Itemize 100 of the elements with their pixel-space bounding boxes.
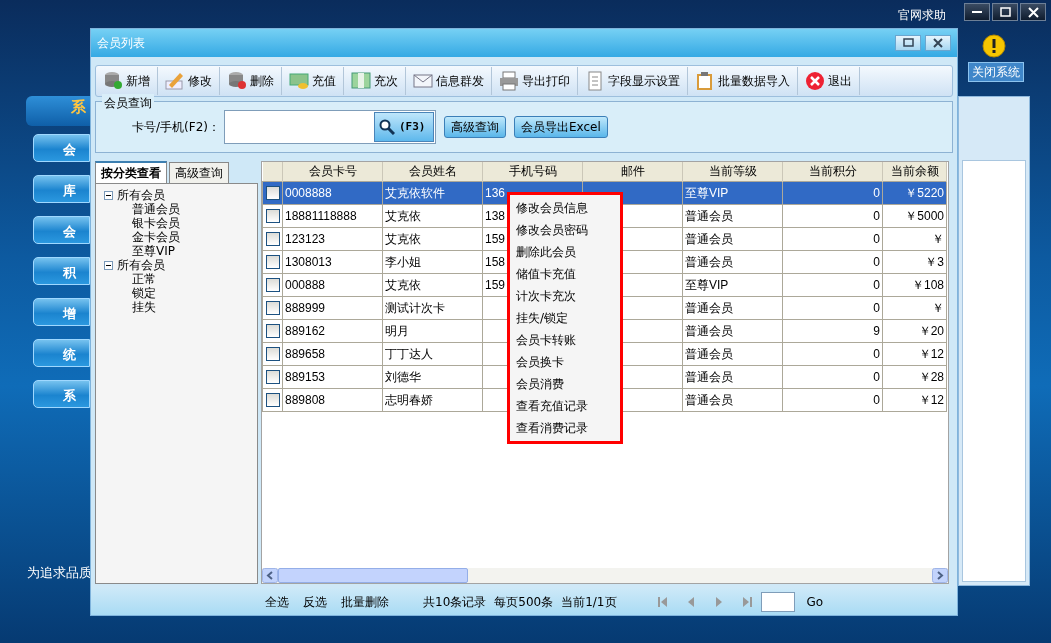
table-cell: 889808 bbox=[285, 392, 326, 407]
menu-item[interactable]: 会员卡转账 bbox=[510, 329, 620, 351]
toolbar-button[interactable]: 修改 bbox=[158, 67, 220, 95]
menu-item[interactable]: 储值卡充值 bbox=[510, 263, 620, 285]
table-cell: 测试计次卡 bbox=[385, 300, 445, 315]
table-cell: 138 bbox=[485, 208, 506, 223]
table-cell: 志明春娇 bbox=[385, 392, 433, 407]
menu-item[interactable]: 查看充值记录 bbox=[510, 395, 620, 417]
column-header[interactable]: 当前等级 bbox=[682, 162, 783, 181]
scroll-thumb[interactable] bbox=[278, 568, 468, 583]
column-header[interactable]: 会员姓名 bbox=[382, 162, 483, 181]
checkbox[interactable] bbox=[265, 231, 280, 246]
menu-item[interactable]: 会员换卡 bbox=[510, 351, 620, 373]
column-header[interactable]: 当前积分 bbox=[782, 162, 883, 181]
close-system-button[interactable]: 关闭系统 bbox=[968, 62, 1024, 82]
table-cell: 0 bbox=[873, 254, 880, 269]
tab[interactable]: 按分类查看 bbox=[95, 161, 167, 183]
help-link[interactable]: 官网求助 bbox=[898, 6, 946, 24]
search-button[interactable]: (F3) bbox=[373, 112, 434, 142]
sidebar-button[interactable]: 统 bbox=[33, 339, 90, 367]
footer-link[interactable]: 批量删除 bbox=[341, 592, 389, 611]
toolbar-button[interactable]: 充次 bbox=[344, 67, 406, 95]
sidebar-button[interactable]: 会 bbox=[33, 216, 90, 244]
pencil-icon bbox=[165, 71, 185, 91]
menu-item[interactable]: 查看消费记录 bbox=[510, 417, 620, 439]
column-header[interactable]: 手机号码 bbox=[482, 162, 583, 181]
sidebar-button[interactable]: 系 bbox=[33, 380, 90, 408]
table-cell: 0 bbox=[873, 369, 880, 384]
checkbox[interactable] bbox=[265, 392, 280, 407]
close-button[interactable] bbox=[925, 35, 951, 51]
toolbar-button[interactable]: 批量数据导入 bbox=[688, 67, 798, 95]
maximize-button[interactable] bbox=[992, 3, 1018, 21]
query-button[interactable]: 高级查询 bbox=[443, 116, 506, 138]
sidebar-button[interactable]: 库 bbox=[33, 175, 90, 203]
table-cell: 0 bbox=[873, 231, 880, 246]
slogan-text: 为追求品质 bbox=[27, 564, 92, 582]
tree-item[interactable]: 银卡会员 bbox=[104, 216, 249, 230]
page-input[interactable] bbox=[760, 591, 795, 612]
warning-icon[interactable] bbox=[982, 34, 1006, 58]
toolbar-button[interactable]: 退出 bbox=[798, 67, 860, 95]
toolbar-button[interactable]: 信息群发 bbox=[406, 67, 492, 95]
checkbox[interactable] bbox=[265, 277, 280, 292]
tree-item[interactable]: 所有会员 bbox=[117, 188, 165, 202]
checkbox[interactable] bbox=[265, 208, 280, 223]
toolbar-button[interactable]: 导出打印 bbox=[492, 67, 578, 95]
close-icon bbox=[1027, 6, 1039, 18]
menu-item[interactable]: 修改会员信息 bbox=[510, 197, 620, 219]
minimize-button[interactable] bbox=[964, 3, 990, 21]
table-cell: 136 bbox=[485, 185, 506, 200]
tree-item[interactable]: 正常 bbox=[104, 272, 249, 286]
column-header[interactable]: 邮件 bbox=[582, 162, 683, 181]
query-button[interactable]: 会员导出Excel bbox=[513, 116, 608, 138]
go-link[interactable]: Go bbox=[806, 592, 824, 611]
tab[interactable]: 高级查询 bbox=[169, 162, 229, 183]
table-cell: 艾克依 bbox=[385, 208, 421, 223]
checkbox[interactable] bbox=[265, 323, 280, 338]
collapse-icon[interactable] bbox=[104, 190, 113, 200]
scroll-right-icon[interactable] bbox=[932, 568, 948, 583]
toolbar-button[interactable]: 充值 bbox=[282, 67, 344, 95]
table-cell: 丁丁达人 bbox=[385, 346, 433, 361]
window-title: 会员列表 bbox=[97, 35, 146, 52]
sidebar-button[interactable]: 增 bbox=[33, 298, 90, 326]
toolbar-button[interactable]: 字段显示设置 bbox=[578, 67, 688, 95]
footer-link[interactable]: 全选 bbox=[265, 592, 289, 611]
table-cell: ￥20 bbox=[918, 323, 944, 338]
table-cell: 普通会员 bbox=[685, 208, 733, 223]
checkbox[interactable] bbox=[265, 254, 280, 269]
tree-item[interactable]: 所有会员 bbox=[117, 258, 165, 272]
tree-item[interactable]: 锁定 bbox=[104, 286, 249, 300]
table-cell: 18881118888 bbox=[285, 208, 357, 223]
scroll-left-icon[interactable] bbox=[262, 568, 278, 583]
money-icon bbox=[289, 71, 309, 91]
tree-item[interactable]: 至尊VIP bbox=[104, 244, 249, 258]
footer-link[interactable]: 反选 bbox=[303, 592, 327, 611]
tree-item[interactable]: 普通会员 bbox=[104, 202, 249, 216]
checkbox[interactable] bbox=[265, 185, 280, 200]
search-field[interactable]: (F3) bbox=[223, 110, 436, 144]
toolbar-button[interactable]: 删除 bbox=[220, 67, 282, 95]
column-header[interactable]: 当前余额 bbox=[882, 162, 947, 181]
collapse-icon[interactable] bbox=[104, 260, 113, 270]
menu-item[interactable]: 计次卡充次 bbox=[510, 285, 620, 307]
sidebar-button[interactable]: 积 bbox=[33, 257, 90, 285]
menu-item[interactable]: 会员消费 bbox=[510, 373, 620, 395]
close-button[interactable] bbox=[1020, 3, 1046, 21]
table-cell: 889153 bbox=[285, 369, 326, 384]
column-header[interactable]: 会员卡号 bbox=[282, 162, 383, 181]
sidebar-button[interactable]: 会 bbox=[33, 134, 90, 162]
table-cell: 158 bbox=[485, 254, 506, 269]
maximize-button[interactable] bbox=[895, 35, 921, 51]
checkbox[interactable] bbox=[265, 369, 280, 384]
tree-item[interactable]: 挂失 bbox=[104, 300, 249, 314]
database-icon bbox=[103, 71, 123, 91]
clipboard-icon bbox=[695, 71, 715, 91]
menu-item[interactable]: 修改会员密码 bbox=[510, 219, 620, 241]
checkbox[interactable] bbox=[265, 300, 280, 315]
table-cell: 0 bbox=[873, 346, 880, 361]
checkbox[interactable] bbox=[265, 346, 280, 361]
menu-item[interactable]: 挂失/锁定 bbox=[510, 307, 620, 329]
menu-item[interactable]: 删除此会员 bbox=[510, 241, 620, 263]
tree-item[interactable]: 金卡会员 bbox=[104, 230, 249, 244]
